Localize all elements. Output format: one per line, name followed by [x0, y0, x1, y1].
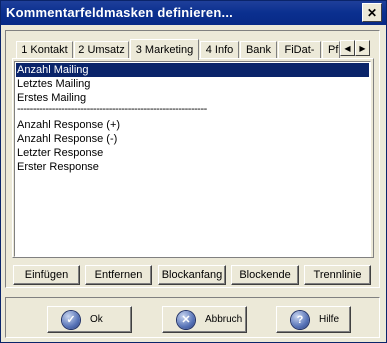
x-circle-icon: ✕ — [177, 310, 195, 329]
insert-button[interactable]: Einfügen — [13, 265, 80, 285]
tab-label: 3 Marketing — [135, 44, 194, 56]
help-button[interactable]: ? Hilfe — [276, 306, 351, 333]
tab-scroll-right-button[interactable]: ▶ — [355, 40, 370, 56]
list-item[interactable]: Letzter Response — [16, 146, 369, 160]
ok-label: Ok — [90, 314, 103, 325]
tab-kontakt[interactable]: 1 Kontakt — [16, 41, 73, 58]
tab-bank[interactable]: Bank — [240, 41, 277, 58]
list-item[interactable]: Anzahl Mailing — [16, 63, 369, 77]
tab-label: FiDat- — [284, 44, 315, 56]
remove-button[interactable]: Entfernen — [85, 265, 152, 285]
block-start-button[interactable]: Blockanfang — [158, 265, 226, 285]
tab-label: Pf — [328, 44, 339, 56]
list-item[interactable]: Erster Response — [16, 160, 369, 174]
tab-umsatz[interactable]: 2 Umsatz — [74, 41, 129, 58]
close-icon: ✕ — [366, 5, 378, 20]
tab-label: Bank — [245, 44, 272, 56]
tab-pf[interactable]: Pf — [322, 41, 340, 58]
arrow-right-icon: ▶ — [359, 43, 366, 53]
block-end-button[interactable]: Blockende — [231, 265, 299, 285]
tab-scroll-left-button[interactable]: ◀ — [340, 40, 355, 56]
close-button[interactable]: ✕ — [362, 3, 382, 22]
ok-button[interactable]: ✓ Ok — [47, 306, 132, 333]
checkmark-icon: ✓ — [62, 310, 80, 329]
tab-label: 4 Info — [205, 44, 234, 56]
separator-line-button[interactable]: Trennlinie — [304, 265, 371, 285]
tab-scroll-buttons: ◀ ▶ — [340, 40, 370, 56]
field-listbox[interactable]: Anzahl Mailing Letztes Mailing Erstes Ma… — [14, 61, 371, 257]
arrow-left-icon: ◀ — [344, 43, 351, 53]
tab-info[interactable]: 4 Info — [200, 41, 239, 58]
title-bar[interactable]: Kommentarfeldmasken definieren... ✕ — [1, 1, 386, 25]
list-item[interactable]: Anzahl Response (-) — [16, 132, 369, 146]
tab-label: 1 Kontakt — [21, 44, 68, 56]
cancel-label: Abbruch — [205, 314, 243, 325]
question-icon: ? — [291, 310, 309, 329]
list-item[interactable]: Anzahl Response (+) — [16, 118, 369, 132]
tab-marketing[interactable]: 3 Marketing — [130, 39, 199, 60]
window-title: Kommentarfeldmasken definieren... — [6, 5, 233, 20]
cancel-button[interactable]: ✕ Abbruch — [162, 306, 247, 333]
list-item[interactable]: Letztes Mailing — [16, 77, 369, 91]
list-separator[interactable]: ----------------------------------------… — [16, 102, 351, 116]
tab-fidat[interactable]: FiDat- — [278, 41, 321, 58]
tab-label: 2 Umsatz — [78, 44, 125, 56]
help-label: Hilfe — [319, 314, 340, 325]
